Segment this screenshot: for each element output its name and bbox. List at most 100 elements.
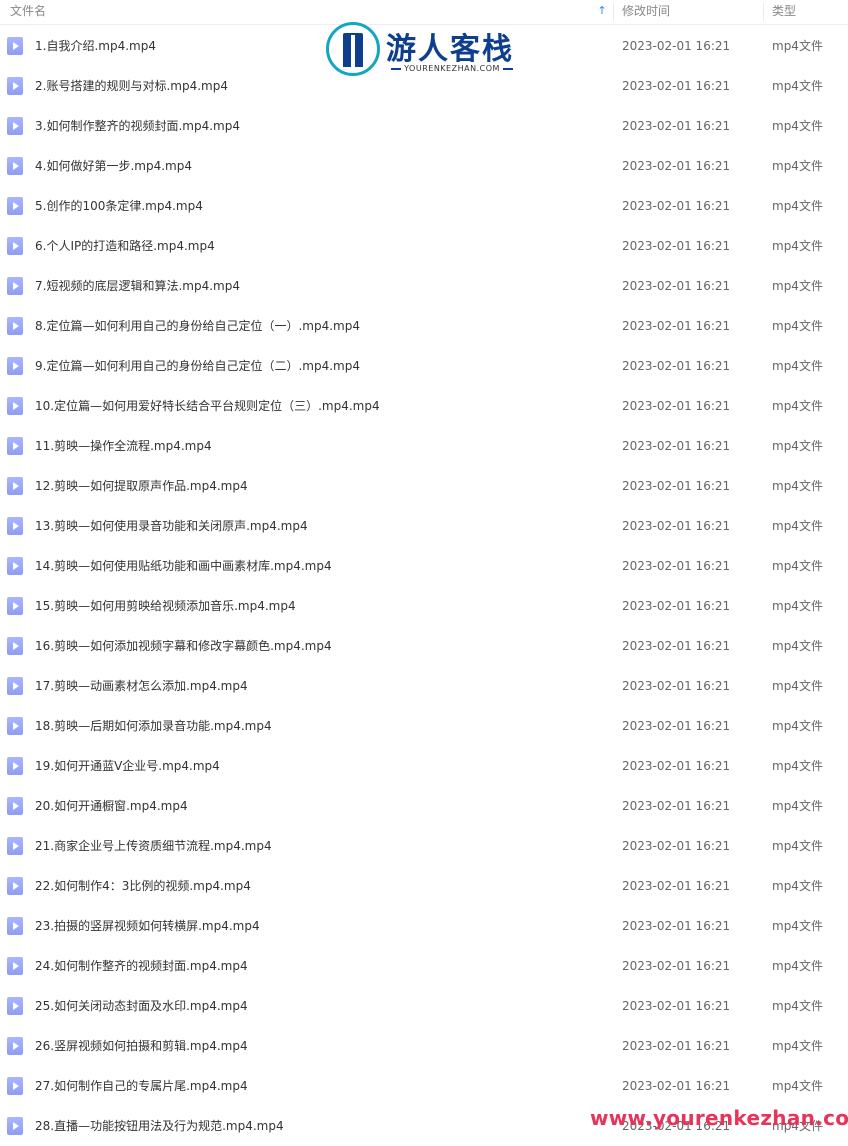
sort-ascending-icon[interactable]: ↑ bbox=[596, 4, 608, 18]
file-type: mp4文件 bbox=[772, 359, 823, 373]
file-name[interactable]: 6.个人IP的打造和路径.mp4.mp4 bbox=[35, 226, 215, 266]
file-row[interactable]: 9.定位篇—如何利用自己的身份给自己定位（二）.mp4.mp4 2023-02-0… bbox=[0, 346, 848, 386]
file-name[interactable]: 18.剪映—后期如何添加录音功能.mp4.mp4 bbox=[35, 706, 272, 746]
file-modified-time: 2023-02-01 16:21 bbox=[622, 999, 731, 1013]
file-row[interactable]: 24.如何制作整齐的视频封面.mp4.mp4 2023-02-01 16:21 mp… bbox=[0, 946, 848, 986]
file-type: mp4文件 bbox=[772, 799, 823, 813]
file-name[interactable]: 9.定位篇—如何利用自己的身份给自己定位（二）.mp4.mp4 bbox=[35, 346, 360, 386]
column-header-name[interactable]: 文件名 bbox=[10, 0, 610, 24]
file-row[interactable]: 20.如何开通橱窗.mp4.mp4 2023-02-01 16:21 mp4文件 bbox=[0, 786, 848, 826]
file-type: mp4文件 bbox=[772, 679, 823, 693]
column-header-type[interactable]: 类型 bbox=[772, 0, 842, 24]
file-modified-time: 2023-02-01 16:21 bbox=[622, 879, 731, 893]
file-type: mp4文件 bbox=[772, 479, 823, 493]
file-name[interactable]: 19.如何开通蓝V企业号.mp4.mp4 bbox=[35, 746, 220, 786]
file-name[interactable]: 21.商家企业号上传资质细节流程.mp4.mp4 bbox=[35, 826, 272, 866]
file-row[interactable]: 8.定位篇—如何利用自己的身份给自己定位（一）.mp4.mp4 2023-02-0… bbox=[0, 306, 848, 346]
column-header-modified-time[interactable]: 修改时间 bbox=[622, 0, 762, 24]
file-type: mp4文件 bbox=[772, 399, 823, 413]
file-type: mp4文件 bbox=[772, 719, 823, 733]
file-type: mp4文件 bbox=[772, 279, 823, 293]
file-name[interactable]: 23.拍摄的竖屏视频如何转横屏.mp4.mp4 bbox=[35, 906, 260, 946]
file-row[interactable]: 27.如何制作自己的专属片尾.mp4.mp4 2023-02-01 16:21 mp… bbox=[0, 1066, 848, 1106]
file-modified-time: 2023-02-01 16:21 bbox=[622, 639, 731, 653]
file-modified-time: 2023-02-01 16:21 bbox=[622, 359, 731, 373]
file-name[interactable]: 12.剪映—如何提取原声作品.mp4.mp4 bbox=[35, 466, 248, 506]
file-row[interactable]: 22.如何制作4：3比例的视频.mp4.mp4 2023-02-01 16:21 m… bbox=[0, 866, 848, 906]
logo-subtitle: YOURENKEZHAN.COM bbox=[386, 64, 518, 73]
file-name[interactable]: 4.如何做好第一步.mp4.mp4 bbox=[35, 146, 192, 186]
file-row[interactable]: 7.短视频的底层逻辑和算法.mp4.mp4 2023-02-01 16:21 mp4… bbox=[0, 266, 848, 306]
file-type: mp4文件 bbox=[772, 1079, 823, 1093]
file-modified-time: 2023-02-01 16:21 bbox=[622, 319, 731, 333]
file-row[interactable]: 18.剪映—后期如何添加录音功能.mp4.mp4 2023-02-01 16:21… bbox=[0, 706, 848, 746]
file-name[interactable]: 13.剪映—如何使用录音功能和关闭原声.mp4.mp4 bbox=[35, 506, 308, 546]
file-name[interactable]: 10.定位篇—如何用爱好特长结合平台规则定位（三）.mp4.mp4 bbox=[35, 386, 380, 426]
file-name[interactable]: 25.如何关闭动态封面及水印.mp4.mp4 bbox=[35, 986, 248, 1026]
video-file-icon bbox=[7, 477, 23, 495]
file-modified-time: 2023-02-01 16:21 bbox=[622, 1039, 731, 1053]
file-row[interactable]: 5.创作的100条定律.mp4.mp4 2023-02-01 16:21 mp4文件 bbox=[0, 186, 848, 226]
file-modified-time: 2023-02-01 16:21 bbox=[622, 519, 731, 533]
file-row[interactable]: 23.拍摄的竖屏视频如何转横屏.mp4.mp4 2023-02-01 16:21 m… bbox=[0, 906, 848, 946]
file-row[interactable]: 13.剪映—如何使用录音功能和关闭原声.mp4.mp4 2023-02-01 16… bbox=[0, 506, 848, 546]
column-divider[interactable] bbox=[613, 3, 614, 21]
file-row[interactable]: 12.剪映—如何提取原声作品.mp4.mp4 2023-02-01 16:21 mp… bbox=[0, 466, 848, 506]
video-file-icon bbox=[7, 157, 23, 175]
video-file-icon bbox=[7, 677, 23, 695]
file-row[interactable]: 4.如何做好第一步.mp4.mp4 2023-02-01 16:21 mp4文件 bbox=[0, 146, 848, 186]
file-name[interactable]: 26.竖屏视频如何拍摄和剪辑.mp4.mp4 bbox=[35, 1026, 248, 1066]
file-type: mp4文件 bbox=[772, 599, 823, 613]
file-row[interactable]: 17.剪映—动画素材怎么添加.mp4.mp4 2023-02-01 16:21 mp… bbox=[0, 666, 848, 706]
video-file-icon bbox=[7, 797, 23, 815]
file-name[interactable]: 20.如何开通橱窗.mp4.mp4 bbox=[35, 786, 188, 826]
file-name[interactable]: 16.剪映—如何添加视频字幕和修改字幕颜色.mp4.mp4 bbox=[35, 626, 332, 666]
file-name[interactable]: 27.如何制作自己的专属片尾.mp4.mp4 bbox=[35, 1066, 248, 1106]
file-modified-time: 2023-02-01 16:21 bbox=[622, 119, 731, 133]
file-modified-time: 2023-02-01 16:21 bbox=[622, 599, 731, 613]
file-row[interactable]: 10.定位篇—如何用爱好特长结合平台规则定位（三）.mp4.mp4 2023-02… bbox=[0, 386, 848, 426]
video-file-icon bbox=[7, 237, 23, 255]
file-name[interactable]: 7.短视频的底层逻辑和算法.mp4.mp4 bbox=[35, 266, 240, 306]
file-row[interactable]: 25.如何关闭动态封面及水印.mp4.mp4 2023-02-01 16:21 mp… bbox=[0, 986, 848, 1026]
file-name[interactable]: 1.自我介绍.mp4.mp4 bbox=[35, 26, 156, 66]
file-type: mp4文件 bbox=[772, 159, 823, 173]
file-name[interactable]: 11.剪映—操作全流程.mp4.mp4 bbox=[35, 426, 212, 466]
file-type: mp4文件 bbox=[772, 319, 823, 333]
file-name[interactable]: 8.定位篇—如何利用自己的身份给自己定位（一）.mp4.mp4 bbox=[35, 306, 360, 346]
file-row[interactable]: 3.如何制作整齐的视频封面.mp4.mp4 2023-02-01 16:21 mp4… bbox=[0, 106, 848, 146]
file-name[interactable]: 24.如何制作整齐的视频封面.mp4.mp4 bbox=[35, 946, 248, 986]
video-file-icon bbox=[7, 837, 23, 855]
watermark-logo: 游人客栈 YOURENKEZHAN.COM bbox=[326, 22, 522, 80]
file-name[interactable]: 2.账号搭建的规则与对标.mp4.mp4 bbox=[35, 66, 228, 106]
file-row[interactable]: 11.剪映—操作全流程.mp4.mp4 2023-02-01 16:21 mp4文件 bbox=[0, 426, 848, 466]
file-modified-time: 2023-02-01 16:21 bbox=[622, 919, 731, 933]
file-row[interactable]: 16.剪映—如何添加视频字幕和修改字幕颜色.mp4.mp4 2023-02-01 … bbox=[0, 626, 848, 666]
file-row[interactable]: 26.竖屏视频如何拍摄和剪辑.mp4.mp4 2023-02-01 16:21 mp… bbox=[0, 1026, 848, 1066]
video-file-icon bbox=[7, 637, 23, 655]
video-file-icon bbox=[7, 77, 23, 95]
file-name[interactable]: 14.剪映—如何使用贴纸功能和画中画素材库.mp4.mp4 bbox=[35, 546, 332, 586]
video-file-icon bbox=[7, 1077, 23, 1095]
video-file-icon bbox=[7, 1037, 23, 1055]
file-type: mp4文件 bbox=[772, 1039, 823, 1053]
file-name[interactable]: 17.剪映—动画素材怎么添加.mp4.mp4 bbox=[35, 666, 248, 706]
file-modified-time: 2023-02-01 16:21 bbox=[622, 279, 731, 293]
file-name[interactable]: 3.如何制作整齐的视频封面.mp4.mp4 bbox=[35, 106, 240, 146]
file-modified-time: 2023-02-01 16:21 bbox=[622, 759, 731, 773]
file-row[interactable]: 21.商家企业号上传资质细节流程.mp4.mp4 2023-02-01 16:21… bbox=[0, 826, 848, 866]
file-row[interactable]: 19.如何开通蓝V企业号.mp4.mp4 2023-02-01 16:21 mp4文… bbox=[0, 746, 848, 786]
file-name[interactable]: 28.直播—功能按钮用法及行为规范.mp4.mp4 bbox=[35, 1106, 284, 1146]
video-file-icon bbox=[7, 37, 23, 55]
file-modified-time: 2023-02-01 16:21 bbox=[622, 799, 731, 813]
column-divider[interactable] bbox=[763, 3, 764, 21]
file-modified-time: 2023-02-01 16:21 bbox=[622, 479, 731, 493]
file-row[interactable]: 6.个人IP的打造和路径.mp4.mp4 2023-02-01 16:21 mp4文… bbox=[0, 226, 848, 266]
video-file-icon bbox=[7, 197, 23, 215]
file-modified-time: 2023-02-01 16:21 bbox=[622, 439, 731, 453]
file-name[interactable]: 5.创作的100条定律.mp4.mp4 bbox=[35, 186, 203, 226]
file-row[interactable]: 15.剪映—如何用剪映给视频添加音乐.mp4.mp4 2023-02-01 16:… bbox=[0, 586, 848, 626]
file-row[interactable]: 14.剪映—如何使用贴纸功能和画中画素材库.mp4.mp4 2023-02-01 … bbox=[0, 546, 848, 586]
file-name[interactable]: 22.如何制作4：3比例的视频.mp4.mp4 bbox=[35, 866, 251, 906]
file-name[interactable]: 15.剪映—如何用剪映给视频添加音乐.mp4.mp4 bbox=[35, 586, 296, 626]
